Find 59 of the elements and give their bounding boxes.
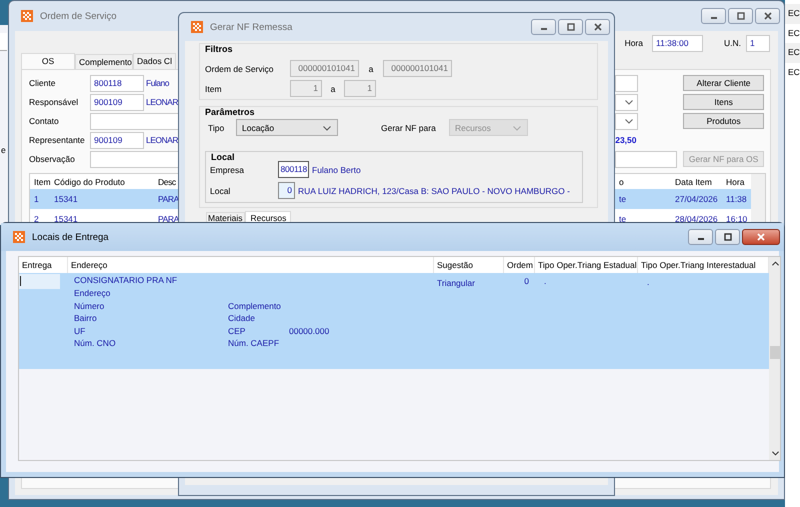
name-text: LEONAR <box>146 135 178 145</box>
field-label: Contato <box>29 116 60 126</box>
list-item: EC <box>787 66 800 78</box>
table-cell-text: CONSIGNATARIO PRA NF <box>74 274 178 287</box>
range-separator: a <box>368 64 374 74</box>
group-title: Filtros <box>205 44 233 54</box>
list-item: EC <box>787 26 800 40</box>
address-text: RUA LUIZ HADRICH, 123/Casa B: SAO PAULO - NOVO HAMBURGO - <box>298 186 570 196</box>
address-label: Núm. CAEPF <box>228 337 280 350</box>
table-cell: . <box>647 277 650 287</box>
list-item: EC <box>785 4 800 24</box>
address-label: UF <box>74 324 86 337</box>
window-title: Ordem de Serviço <box>40 10 117 22</box>
group-title: Local <box>211 152 235 162</box>
table-cell: te <box>619 214 626 224</box>
address-label: Complemento <box>228 300 282 312</box>
field-label: Item <box>205 84 223 94</box>
window-title: Gerar NF Remessa <box>210 22 292 32</box>
address-label: Cidade <box>228 312 256 324</box>
window-title: Locais de Entrega <box>32 232 109 242</box>
field-label: Empresa <box>210 164 246 174</box>
address-label: Endereço <box>74 287 112 300</box>
table-cell: Triangular <box>437 278 475 288</box>
table-cell: PARA <box>158 194 179 204</box>
table-cell: 2 <box>34 214 39 224</box>
field-label: Representante <box>29 135 86 145</box>
table-cell: 28/04/2026 <box>675 214 718 224</box>
field-label: Tipo <box>208 122 226 132</box>
range-separator: a <box>330 84 336 94</box>
table-cell: te <box>619 194 626 204</box>
table-cell: . <box>544 276 546 286</box>
field-label: Hora <box>624 38 643 48</box>
table-cell: 15341 <box>54 194 78 204</box>
table-cell: PARA <box>158 214 179 224</box>
address-label: Número <box>74 300 106 312</box>
field-label: Local <box>210 186 232 196</box>
field-label: Ordem de Serviço <box>205 64 274 74</box>
list-item: EC <box>785 43 800 62</box>
table-cell: 0 <box>524 276 529 286</box>
table-cell: 16:10 <box>726 214 748 224</box>
table-cell: 1 <box>34 194 39 204</box>
table-cell: 27/04/2026 <box>675 194 718 204</box>
field-label: Responsável <box>29 97 80 107</box>
address-label: Bairro <box>74 312 98 324</box>
table-cell: 15341 <box>54 214 78 224</box>
company-name: Fulano Berto <box>312 164 361 174</box>
address-label: 00000.000 <box>289 324 330 337</box>
field-label: U.N. <box>724 38 741 48</box>
name-text: Fulano <box>146 78 169 88</box>
total-value: 23,50 <box>615 135 636 145</box>
address-label: Núm. CNO <box>74 337 117 350</box>
group-title: Parâmetros <box>205 107 255 117</box>
name-text: LEONAR <box>146 97 178 107</box>
field-label: Cliente <box>29 78 56 88</box>
address-label: CEP <box>228 324 246 337</box>
table-cell: 11:38 <box>726 194 747 204</box>
field-label: Observação <box>29 154 76 164</box>
window-text: e <box>1 145 6 155</box>
field-label: Gerar NF para <box>381 122 437 132</box>
